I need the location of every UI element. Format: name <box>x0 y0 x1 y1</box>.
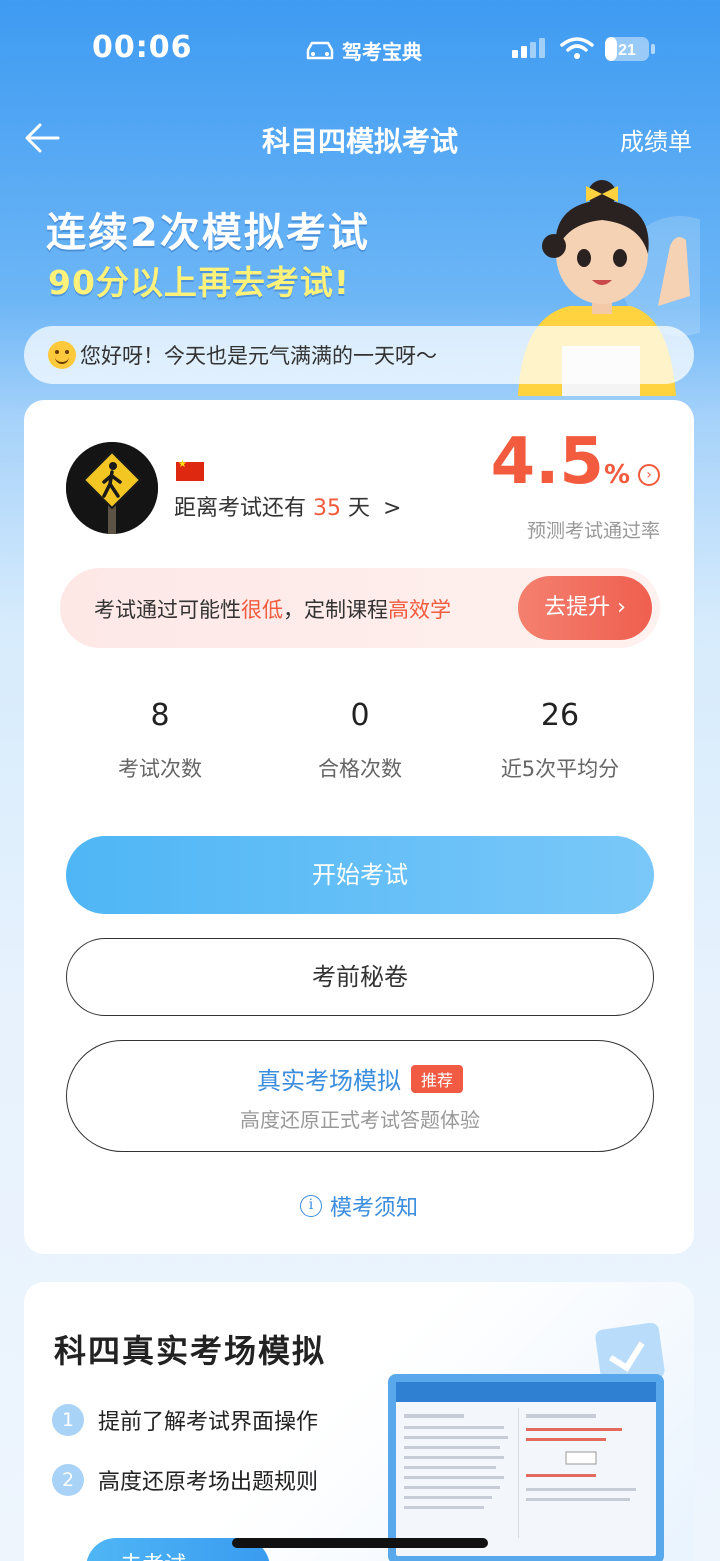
exam-notice-link[interactable]: i 模考须知 <box>24 1190 694 1222</box>
signal-icon <box>512 38 545 58</box>
exam-screen-illustration <box>388 1374 664 1561</box>
feature-text: 提前了解考试界面操作 <box>98 1410 319 1435</box>
exam-summary-card: 距离考试还有 35 天 > 4.5% › 预测考试通过率 考试通过可能性很低，定制… <box>24 400 694 1254</box>
hero-subheadline: 90分以上再去考试! <box>48 263 350 302</box>
info-icon: i <box>299 1195 322 1217</box>
car-icon <box>306 41 334 59</box>
battery-icon: 21 <box>605 37 655 61</box>
chevron-right-icon: > <box>383 496 402 521</box>
hero-headline: 连续2次模拟考试 <box>46 210 370 256</box>
status-bar: 00:06 驾考宝典 21 <box>0 0 720 100</box>
greeting-banner: 您好呀！今天也是元气满满的一天呀～ <box>24 326 694 384</box>
real-exam-title: 真实考场模拟 推荐 <box>257 1061 463 1096</box>
stat-value: 8 <box>150 698 170 733</box>
carrier-name: 驾考宝典 <box>342 40 422 64</box>
feature-number: 2 <box>52 1464 84 1496</box>
chevron-circle-icon[interactable]: › <box>638 464 660 486</box>
greeting-text: 您好呀！今天也是元气满满的一天呀～ <box>80 344 437 368</box>
countdown-suffix: 天 <box>348 496 371 521</box>
home-indicator[interactable] <box>232 1538 488 1548</box>
wifi-icon <box>560 37 594 59</box>
scorecard-link[interactable]: 成绩单 <box>620 122 692 157</box>
stat-label: 合格次数 <box>318 757 402 781</box>
pass-rate-unit: % <box>603 460 630 490</box>
china-flag-icon <box>176 459 204 481</box>
exam-countdown[interactable]: 距离考试还有 35 天 > <box>174 490 401 522</box>
secret-paper-button[interactable]: 考前秘卷 <box>66 938 654 1016</box>
countdown-prefix: 距离考试还有 <box>174 496 307 521</box>
feature-item: 2 高度还原考场出题规则 <box>52 1464 318 1496</box>
promo-title: 科四真实考场模拟 <box>54 1332 327 1370</box>
improve-button-label: 去提升 <box>544 595 611 620</box>
simulation-promo-card: 科四真实考场模拟 1 提前了解考试界面操作 2 高度还原考场出题规则 <box>24 1282 694 1561</box>
warning-highlight-2: 高效学 <box>388 598 451 622</box>
stat-pass-count: 0 合格次数 <box>260 698 460 783</box>
real-exam-subtitle: 高度还原正式考试答题体验 <box>240 1108 480 1132</box>
pass-rate-label: 预测考试通过率 <box>526 520 660 542</box>
pass-rate[interactable]: 4.5% › <box>491 430 660 494</box>
warning-text: 考试通过可能性很低，定制课程高效学 <box>94 594 451 624</box>
stat-value: 0 <box>350 698 370 733</box>
feature-text: 高度还原考场出题规则 <box>98 1470 319 1495</box>
exam-notice-label: 模考须知 <box>329 1196 418 1221</box>
real-exam-simulation-button[interactable]: 真实考场模拟 推荐 高度还原正式考试答题体验 <box>66 1040 654 1152</box>
warning-highlight-1: 很低 <box>241 598 283 622</box>
chevron-right-icon: › <box>610 595 626 620</box>
page-title: 科目四模拟考试 <box>261 125 458 158</box>
real-exam-title-text: 真实考场模拟 <box>256 1067 401 1095</box>
nav-bar: 科目四模拟考试 成绩单 <box>0 108 720 168</box>
stat-label: 考试次数 <box>118 757 202 781</box>
avatar[interactable] <box>66 442 158 534</box>
pass-rate-value: 4.5 <box>490 425 604 499</box>
warning-text-2: ，定制课程 <box>283 598 388 622</box>
improve-button[interactable]: 去提升 › <box>518 576 652 640</box>
carrier: 驾考宝典 <box>304 36 422 65</box>
feature-number: 1 <box>52 1404 84 1436</box>
stat-value: 26 <box>540 698 580 733</box>
smile-emoji-icon <box>48 341 76 369</box>
stats-row: 8 考试次数 0 合格次数 26 近5次平均分 <box>60 698 660 783</box>
pass-warning-banner: 考试通过可能性很低，定制课程高效学 去提升 › <box>60 568 660 648</box>
stat-average-score: 26 近5次平均分 <box>460 698 660 783</box>
warning-text-1: 考试通过可能性 <box>94 598 241 622</box>
countdown-days: 35 <box>313 496 342 521</box>
start-exam-button[interactable]: 开始考试 <box>66 836 654 914</box>
battery-level: 21 <box>618 42 636 59</box>
pedestrian-sign-icon <box>66 442 158 534</box>
feature-item: 1 提前了解考试界面操作 <box>52 1404 318 1436</box>
exam-form-illustration <box>404 1408 636 1538</box>
recommend-badge: 推荐 <box>410 1064 463 1093</box>
status-time: 00:06 <box>92 30 193 65</box>
stat-exam-count: 8 考试次数 <box>60 698 260 783</box>
stat-label: 近5次平均分 <box>500 757 620 781</box>
